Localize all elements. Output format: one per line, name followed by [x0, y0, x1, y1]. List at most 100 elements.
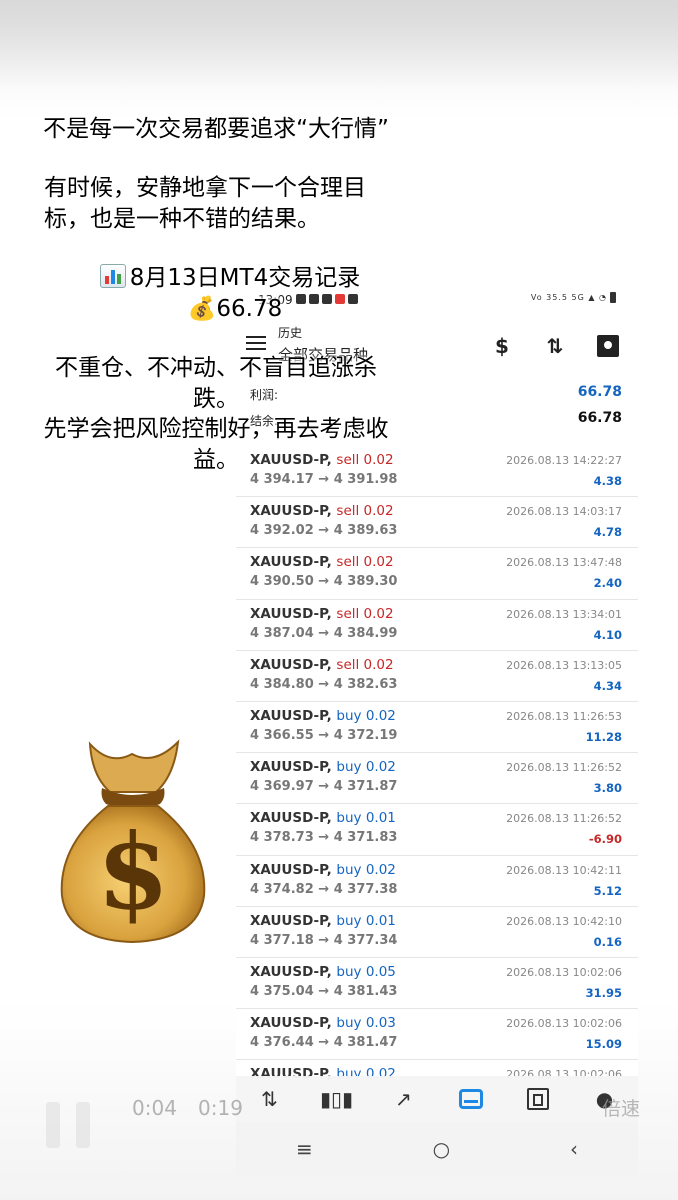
open-price: 4 366.55: [250, 727, 314, 743]
trade-symbol: XAUUSD-P, sell 0.02: [250, 657, 394, 673]
dollar-filter-icon[interactable]: $: [488, 332, 516, 360]
close-price: 4 372.19: [333, 727, 398, 743]
close-price: 4 377.34: [333, 932, 398, 948]
amount-text: 66.78: [216, 296, 283, 322]
open-price: 4 376.44: [250, 1035, 314, 1051]
trade-symbol: XAUUSD-P, sell 0.02: [250, 503, 394, 519]
trade-symbol: XAUUSD-P, buy 0.02: [250, 862, 396, 878]
symbol-text: XAUUSD-P,: [250, 503, 332, 520]
side-text: buy: [336, 912, 362, 929]
side-text: buy: [336, 1015, 362, 1032]
close-price: 4 389.63: [333, 523, 398, 539]
trade-prices: 4 384.80 → 4 382.63: [250, 676, 398, 692]
trade-time: 2026.08.13 13:13:05: [506, 658, 622, 672]
menu-icon[interactable]: [246, 336, 266, 350]
lots-text: 0.02: [365, 707, 396, 724]
symbol-text: XAUUSD-P,: [250, 759, 332, 776]
trade-side: sell 0.02: [336, 554, 393, 570]
trade-row[interactable]: XAUUSD-P, buy 0.02 4 366.55 → 4 372.19 202…: [236, 702, 638, 754]
trade-profit: 11.28: [585, 729, 622, 744]
close-price: 4 371.83: [333, 830, 398, 846]
trade-time: 2026.08.13 13:34:01: [506, 607, 622, 621]
lots-text: 0.02: [363, 554, 394, 571]
side-text: buy: [336, 759, 362, 776]
trade-row[interactable]: XAUUSD-P, sell 0.02 4 387.04 → 4 384.99 20…: [236, 600, 638, 651]
lots-text: 0.02: [363, 605, 394, 622]
symbol-text: XAUUSD-P,: [250, 861, 332, 878]
trade-time: 2026.08.13 14:03:17: [506, 505, 622, 519]
trade-symbol: XAUUSD-P, buy 0.05: [250, 964, 396, 980]
trade-row[interactable]: XAUUSD-P, buy 0.01 4 378.73 → 4 371.83 202…: [236, 804, 638, 856]
trade-side: sell 0.02: [336, 606, 393, 622]
symbol-text: XAUUSD-P,: [250, 554, 332, 571]
pause-icon[interactable]: [46, 1102, 98, 1148]
side-text: buy: [336, 707, 362, 724]
trade-symbol: XAUUSD-P, sell 0.02: [250, 554, 394, 570]
side-text: buy: [336, 810, 362, 827]
open-price: 4 390.50: [250, 574, 314, 590]
trade-row[interactable]: XAUUSD-P, buy 0.03 4 376.44 → 4 381.47 202…: [236, 1009, 638, 1061]
lots-text: 0.01: [365, 912, 396, 929]
trade-profit: 5.12: [593, 883, 622, 898]
playback-speed-button[interactable]: 倍速: [602, 1094, 640, 1121]
network-indicator: Vo 35.5 5G ▲ ◔: [531, 292, 616, 303]
overlay-amount: 💰66.78: [170, 294, 300, 325]
close-price: 4 377.38: [333, 881, 398, 897]
notification-icons: [296, 294, 358, 304]
bar-chart-icon: [99, 264, 126, 288]
close-price: 4 381.43: [333, 983, 398, 999]
trade-profit: 4.34: [593, 678, 622, 693]
symbol-text: XAUUSD-P,: [250, 707, 332, 724]
trade-prices: 4 375.04 → 4 381.43: [250, 983, 398, 999]
symbol-text: XAUUSD-P,: [250, 912, 332, 929]
date-line-text: 8月13日MT4交易记录: [129, 265, 361, 291]
trade-prices: 4 374.82 → 4 377.38: [250, 881, 398, 897]
balance-value: 66.78: [577, 410, 622, 426]
open-price: 4 377.18: [250, 932, 314, 948]
trade-row[interactable]: XAUUSD-P, buy 0.02 4 369.97 → 4 371.87 202…: [236, 753, 638, 805]
trade-symbol: XAUUSD-P, buy 0.01: [250, 810, 396, 826]
symbol-text: XAUUSD-P,: [250, 810, 332, 827]
overlay-date-line: 8月13日MT4交易记录: [80, 263, 380, 294]
video-duration: 0:19: [198, 1096, 243, 1120]
trade-list: XAUUSD-P, sell 0.02 4 394.17 → 4 391.98 20…: [236, 446, 638, 1080]
lots-text: 0.03: [365, 1015, 396, 1032]
open-price: 4 375.04: [250, 983, 314, 999]
trade-row[interactable]: XAUUSD-P, buy 0.01 4 377.18 → 4 377.34 202…: [236, 907, 638, 958]
trade-profit: -6.90: [588, 832, 622, 847]
symbol-text: XAUUSD-P,: [250, 1015, 332, 1032]
symbol-text: XAUUSD-P,: [250, 605, 332, 622]
close-price: 4 381.47: [333, 1035, 398, 1051]
overlay-body: 有时候，安静地拿下一个合理目标，也是一种不错的结果。: [44, 175, 366, 232]
trade-row[interactable]: XAUUSD-P, buy 0.02 4 374.82 → 4 377.38 202…: [236, 856, 638, 907]
home-icon[interactable]: ○: [433, 1137, 450, 1161]
recent-apps-icon[interactable]: ≡: [296, 1137, 313, 1161]
back-icon[interactable]: ‹: [570, 1137, 578, 1161]
close-price: 4 382.63: [333, 676, 398, 692]
lots-text: 0.02: [363, 656, 394, 673]
trade-row[interactable]: XAUUSD-P, sell 0.02 4 392.02 → 4 389.63 20…: [236, 497, 638, 549]
trade-profit: 3.80: [593, 781, 622, 796]
network-text: Vo 35.5 5G: [530, 293, 585, 302]
lots-text: 0.02: [363, 503, 394, 520]
trade-row[interactable]: XAUUSD-P, sell 0.02 4 390.50 → 4 389.30 20…: [236, 548, 638, 600]
trade-profit: 2.40: [593, 576, 622, 591]
calendar-icon[interactable]: [594, 332, 622, 360]
sort-icon[interactable]: ⇅: [541, 332, 569, 360]
trade-side: buy 0.05: [336, 964, 395, 980]
side-text: sell: [336, 554, 360, 571]
trade-row[interactable]: XAUUSD-P, sell 0.02 4 384.80 → 4 382.63 20…: [236, 651, 638, 702]
page-title: 历史: [278, 326, 303, 340]
trade-time: 2026.08.13 13:47:48: [506, 556, 622, 570]
trade-side: sell 0.02: [336, 657, 393, 673]
money-bag-icon: 💰: [187, 296, 217, 322]
trade-side: sell 0.02: [336, 503, 393, 519]
open-price: 4 392.02: [250, 523, 314, 539]
trade-time: 2026.08.13 10:02:06: [506, 1017, 622, 1031]
trade-row[interactable]: XAUUSD-P, buy 0.05 4 375.04 → 4 381.43 202…: [236, 958, 638, 1010]
trade-symbol: XAUUSD-P, sell 0.02: [250, 606, 394, 622]
close-price: 4 389.30: [333, 574, 398, 590]
profit-value: 66.78: [577, 384, 622, 400]
money-bag-icon: $: [60, 739, 206, 944]
open-price: 4 384.80: [250, 676, 314, 692]
